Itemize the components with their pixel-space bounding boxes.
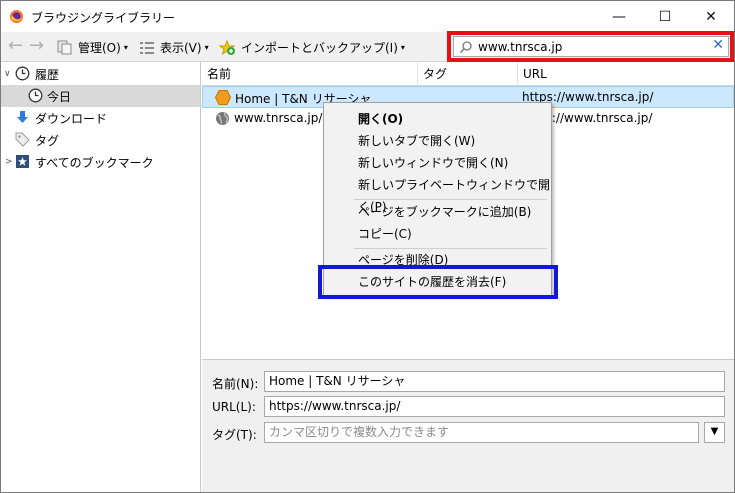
menu-separator: [354, 199, 547, 200]
import-backup-label: インポートとバックアップ(I): [241, 41, 398, 55]
tag-field[interactable]: カンマ区切りで複数入力できます: [264, 422, 699, 443]
download-icon: [17, 111, 28, 123]
import-star-icon: [219, 39, 236, 55]
row-name: www.tnrsca.jp/: [234, 111, 323, 125]
sidebar-tree: ∨ 履歴 今日 ダウンロード タグ > すべてのブックマーク: [1, 62, 201, 492]
close-button[interactable]: ✕: [688, 1, 734, 32]
menu-item-open-new-tab[interactable]: 新しいタブで開く(W): [324, 130, 551, 152]
window-title: ブラウジングライブラリー: [31, 11, 176, 25]
forward-button[interactable]: →: [29, 37, 44, 55]
column-header-tags[interactable]: タグ: [418, 62, 518, 86]
forget-site-highlight-box: [318, 265, 558, 299]
sidebar-item-label: 履歴: [35, 67, 60, 82]
chevron-down-icon: ▾: [123, 43, 128, 52]
maximize-button[interactable]: ☐: [642, 1, 688, 32]
menu-item-open-private-window[interactable]: 新しいプライベートウィンドウで開く(P): [324, 174, 551, 214]
tag-label: タグ(T):: [212, 428, 257, 442]
title-bar: ブラウジングライブラリー — ☐ ✕: [1, 1, 734, 32]
menu-item-copy[interactable]: コピー(C): [324, 223, 551, 245]
sidebar-item-tags[interactable]: タグ: [1, 129, 200, 151]
sidebar-item-label: タグ: [35, 133, 60, 148]
chevron-right-icon[interactable]: >: [5, 157, 13, 167]
url-field[interactable]: https://www.tnrsca.jp/: [264, 396, 725, 417]
column-header-name[interactable]: 名前: [202, 62, 418, 86]
menu-item-open-new-window[interactable]: 新しいウィンドウで開く(N): [324, 152, 551, 174]
manage-icon: [57, 40, 72, 55]
site-favicon: [215, 90, 231, 105]
column-header-row: 名前 タグ URL: [202, 62, 734, 86]
clock-icon: [15, 66, 30, 81]
back-button[interactable]: ←: [8, 37, 23, 55]
chevron-down-icon: ▾: [400, 43, 405, 52]
name-field[interactable]: Home | T&N リサーシャ: [264, 371, 725, 392]
sidebar-item-label: ダウンロード: [35, 111, 108, 126]
view-label: 表示(V): [160, 41, 202, 55]
sidebar-item-history[interactable]: ∨ 履歴: [1, 63, 200, 85]
view-menu-button[interactable]: 表示(V) ▾: [139, 39, 209, 56]
sidebar-item-label: 今日: [47, 89, 72, 104]
library-window: ブラウジングライブラリー — ☐ ✕ ← → 管理(O) ▾ 表示(V) ▾ イ…: [0, 0, 735, 493]
list-view-icon: [140, 41, 154, 54]
sidebar-item-today[interactable]: 今日: [1, 85, 200, 107]
minimize-button[interactable]: —: [596, 1, 642, 32]
manage-label: 管理(O): [78, 41, 121, 55]
column-header-url[interactable]: URL: [518, 62, 734, 86]
clock-icon: [28, 88, 43, 103]
sidebar-item-downloads[interactable]: ダウンロード: [1, 107, 200, 129]
name-label: 名前(N):: [212, 377, 259, 391]
details-pane: 名前(N): Home | T&N リサーシャ URL(L): https://…: [202, 359, 734, 492]
bookmark-star-icon: [16, 155, 29, 168]
search-highlight-box: [447, 31, 734, 62]
tag-dropdown-button[interactable]: ▼: [704, 422, 725, 443]
manage-menu-button[interactable]: 管理(O) ▾: [57, 39, 128, 56]
chevron-expanded-icon[interactable]: ∨: [4, 69, 11, 79]
url-label: URL(L):: [212, 400, 256, 414]
firefox-icon: [9, 9, 24, 24]
tag-icon: [15, 132, 30, 147]
chevron-down-icon: ▾: [204, 43, 209, 52]
menu-item-bookmark-page[interactable]: ページをブックマークに追加(B): [324, 201, 551, 223]
menu-item-open[interactable]: 開く(O): [324, 108, 551, 130]
sidebar-item-label: すべてのブックマーク: [35, 155, 154, 170]
import-backup-menu-button[interactable]: インポートとバックアップ(I) ▾: [219, 39, 405, 56]
sidebar-item-all-bookmarks[interactable]: > すべてのブックマーク: [1, 151, 200, 173]
globe-icon: [216, 112, 229, 125]
